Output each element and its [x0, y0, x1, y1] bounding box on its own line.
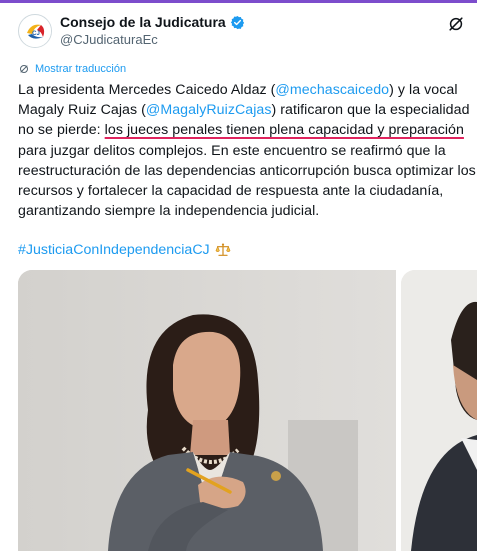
underlined-highlight: los jueces penales tienen plena capacida…	[104, 122, 464, 139]
hashtag-row: #JusticiaConIndependenciaCJ	[18, 242, 231, 258]
mention-link[interactable]: @mechascaicedo	[275, 82, 389, 98]
tweet-text-part: para juzgar delitos complejos. En este e…	[18, 142, 476, 220]
translate-icon	[20, 65, 28, 73]
verified-badge-icon	[230, 15, 244, 29]
mention-link[interactable]: @MagalyRuizCajas	[146, 102, 272, 118]
show-translation-link[interactable]: Mostrar traducción	[18, 63, 126, 75]
avatar[interactable]: CJ	[18, 14, 52, 48]
account-name[interactable]: Consejo de la Judicatura	[60, 14, 226, 30]
top-accent-bar	[0, 0, 477, 3]
tweet-text-part: La presidenta Mercedes Caicedo Aldaz (	[18, 82, 276, 98]
photo-man-partial	[401, 270, 477, 551]
tweet-image-1[interactable]	[18, 270, 396, 551]
tweet-header: CJ Consejo de la Judicatura @CJudicatura…	[18, 12, 468, 50]
show-translation-label: Mostrar traducción	[35, 63, 127, 75]
balance-scale-icon	[215, 243, 231, 256]
tweet-image-2[interactable]	[401, 270, 477, 551]
tweet-text: La presidenta Mercedes Caicedo Aldaz (@m…	[18, 80, 476, 221]
svg-text:CJ: CJ	[32, 31, 40, 37]
hashtag-link[interactable]: #JusticiaConIndependenciaCJ	[18, 242, 210, 258]
account-handle[interactable]: @CJudicaturaEc	[60, 32, 158, 47]
photo-woman-speaking	[18, 270, 396, 551]
account-logo-icon: CJ	[20, 16, 51, 47]
grok-icon[interactable]	[446, 14, 466, 34]
